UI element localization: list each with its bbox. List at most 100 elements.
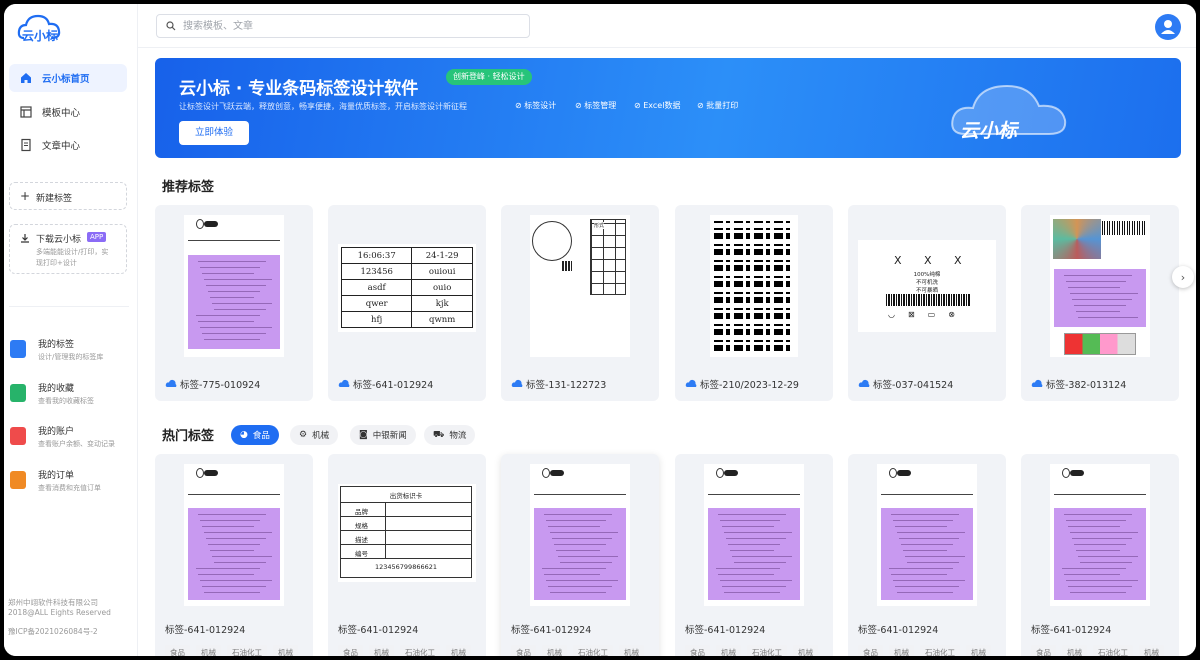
- my-favorites-item[interactable]: 我的收藏 查看我的收藏标签: [10, 381, 134, 419]
- app-logo[interactable]: 云小标: [16, 12, 62, 46]
- filter-news[interactable]: ◙ 中银新闻: [350, 425, 416, 445]
- user-avatar[interactable]: [1155, 14, 1181, 40]
- feature-label: 批量打印: [706, 101, 739, 110]
- code-line: [1070, 532, 1138, 533]
- table-cell: qwer: [340, 295, 413, 312]
- care-line: 不可机洗: [915, 280, 938, 286]
- recommended-title: 推荐标签: [162, 180, 215, 195]
- barcode: [886, 294, 970, 306]
- code-line: [905, 556, 965, 557]
- code-block: [1054, 269, 1146, 327]
- header-text-line: [1054, 494, 1146, 495]
- card-tags: 食品 机械 石油化工 机械: [858, 645, 997, 656]
- code-line: [204, 279, 272, 280]
- hot-label-card[interactable]: 出货标识卡 品牌 规格 描述 编号 123456799866621 标签-641…: [328, 454, 486, 656]
- nav-home[interactable]: 云小标首页: [9, 64, 127, 92]
- my-favorites-title: 我的收藏: [38, 384, 75, 394]
- label-preview: [184, 464, 284, 606]
- download-app-box[interactable]: 下载云小标 APP 多端能能设计/打印，实 现打印+设计: [9, 224, 127, 274]
- feature-label: Excel数据: [643, 101, 681, 110]
- code-line: [544, 574, 600, 575]
- label-card[interactable]: 标签-210/2023-12-29: [675, 205, 833, 401]
- card-title: 标签-037-041524: [873, 380, 954, 391]
- bulb-icon: [1062, 468, 1070, 478]
- sidebar-divider: [9, 306, 129, 307]
- code-line: [1076, 550, 1120, 551]
- row-label: 描述: [355, 536, 368, 544]
- code-line: [550, 532, 618, 533]
- card-title: 标签-775-010924: [180, 380, 261, 391]
- filter-machinery[interactable]: ⚙ 机械: [290, 425, 339, 445]
- header-text-line: [188, 494, 280, 495]
- code-line: [720, 580, 792, 581]
- tag: 石油化工: [1093, 645, 1133, 656]
- label-preview: [877, 464, 977, 606]
- tag: 机械: [716, 645, 741, 656]
- hot-label-card[interactable]: 标签-641-012924 食品 机械 石油化工 机械: [848, 454, 1006, 656]
- banner-feature-3: ⊘ Excel数据: [634, 101, 681, 110]
- label-card[interactable]: X X X 100%纯棉 不可机洗 不可暴晒 ◡⊠▭⊗ 标签-037-04152…: [848, 205, 1006, 401]
- download-title: 下载云小标: [36, 235, 82, 245]
- code-line: [546, 520, 606, 521]
- my-account-sub: 查看账户余额、变动记录: [38, 440, 115, 448]
- try-now-button[interactable]: 立即体验: [179, 121, 249, 145]
- code-line: [1066, 580, 1138, 581]
- code-line: [716, 568, 780, 569]
- carousel-dots[interactable]: [648, 150, 690, 158]
- chevron-right-icon: ›: [1180, 270, 1186, 284]
- nav-articles[interactable]: 文章中心: [9, 131, 127, 159]
- code-line: [1066, 281, 1126, 282]
- new-label-button[interactable]: + 新建标签: [9, 182, 127, 210]
- card-title: 标签-641-012924: [511, 625, 592, 636]
- code-line: [724, 592, 780, 593]
- hot-label-card[interactable]: 标签-641-012924 食品 机械 石油化工 机械: [501, 454, 659, 656]
- tag: 石油化工: [400, 645, 440, 656]
- hot-label-card[interactable]: 标签-641-012924 食品 机械 石油化工 机械: [675, 454, 833, 656]
- label-card[interactable]: 标签-382-013124: [1021, 205, 1179, 401]
- label-card[interactable]: 形式 标签-131-122723: [501, 205, 659, 401]
- eyes-icon: [204, 221, 218, 227]
- footer-copyright: 2018@ALL Eights Reserved: [8, 608, 111, 617]
- filter-food[interactable]: ◕ 食品: [231, 425, 279, 445]
- nav-templates-label: 模板中心: [42, 108, 81, 119]
- search-input[interactable]: [183, 17, 513, 35]
- qr-code: [714, 221, 794, 351]
- label-card[interactable]: 标签-775-010924: [155, 205, 313, 401]
- table-cell: kjk: [411, 295, 473, 312]
- hot-label-card[interactable]: 标签-641-012924 食品 机械 石油化工 机械: [155, 454, 313, 656]
- footer-icp[interactable]: 豫ICP备2021026084号-2: [8, 626, 98, 637]
- label-preview: [184, 215, 284, 357]
- code-line: [1070, 592, 1126, 593]
- feature-label: 标签管理: [584, 101, 617, 110]
- code-line: [1064, 514, 1132, 515]
- sidebar: 云小标 云小标首页 模板中心 文章中心 + 新建标签 下载云小标 APP 多端能…: [4, 4, 138, 656]
- app-window: 云小标 云小标首页 模板中心 文章中心 + 新建标签 下载云小标 APP 多端能…: [4, 4, 1196, 656]
- banner-tag: 创新登峰 · 轻松设计: [446, 69, 532, 85]
- label-card[interactable]: 16:06:37 24-1-29 123456 ouioui asdf ouio qw…: [328, 205, 486, 401]
- card-tags: 食品 机械 石油化工 机械: [338, 645, 477, 656]
- code-line: [208, 544, 260, 545]
- tag: 食品: [511, 645, 536, 656]
- code-line: [1068, 526, 1120, 527]
- hot-label-card[interactable]: 标签-641-012924 食品 机械 石油化工 机械: [1021, 454, 1179, 656]
- label-preview: [530, 464, 630, 606]
- promo-banner[interactable]: 云小标 · 专业条码标签设计软件 创新登峰 · 轻松设计 让标签设计飞跃云端，释…: [155, 58, 1181, 158]
- code-line: [893, 580, 965, 581]
- code-line: [550, 592, 606, 593]
- code-line: [204, 532, 272, 533]
- label-doc-icon: [10, 340, 26, 358]
- filter-logistics[interactable]: ⛟ 物流: [424, 425, 476, 445]
- code-line: [895, 526, 947, 527]
- search-box[interactable]: [156, 14, 530, 38]
- nav-templates[interactable]: 模板中心: [9, 98, 127, 126]
- card-title: 标签-641-012924: [858, 625, 939, 636]
- truck-icon: ⛟: [433, 429, 445, 440]
- my-orders-item[interactable]: 我的订单 查看消费和充值订单: [10, 468, 134, 506]
- code-line: [891, 514, 959, 515]
- my-labels-item[interactable]: 我的标签 设计/管理我的标签库: [10, 337, 134, 375]
- code-line: [200, 267, 260, 268]
- next-arrow-button[interactable]: ›: [1172, 266, 1194, 288]
- my-account-item[interactable]: 我的账户 查看账户余额、变动记录: [10, 424, 134, 462]
- card-tags: 食品 机械 石油化工 机械: [511, 645, 650, 656]
- chip-label: 物流: [449, 431, 467, 441]
